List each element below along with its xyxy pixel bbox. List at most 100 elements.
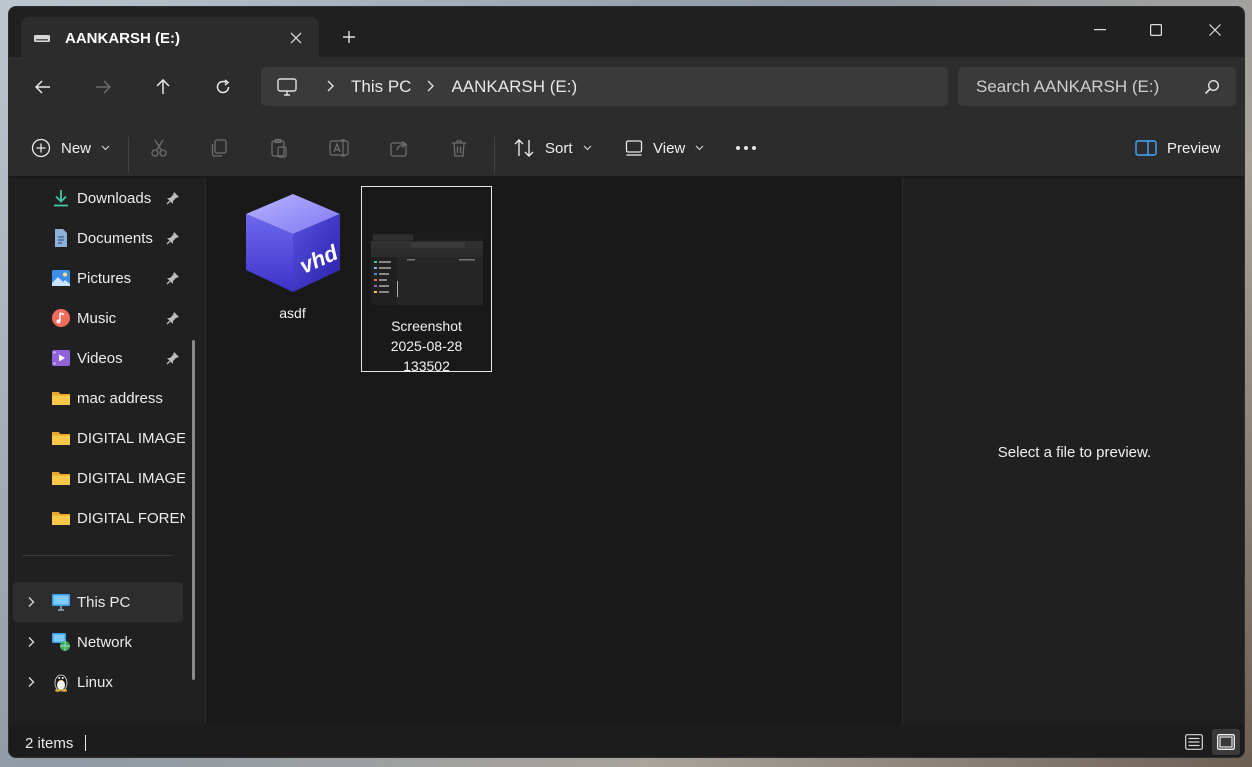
file-name-line-3: 133502 — [403, 358, 450, 374]
copy-icon — [211, 139, 227, 157]
trash-icon — [452, 140, 466, 157]
sidebar-item-digital-image-2[interactable]: DIGITAL IMAGE — [9, 458, 199, 498]
forward-button[interactable] — [87, 71, 119, 103]
file-explorer-window: AANKARSH (E:) This PC AANKARSH (E:) Sear… — [8, 6, 1245, 758]
sidebar-item-music[interactable]: Music — [9, 298, 199, 338]
large-icons-view-button[interactable] — [1212, 729, 1240, 755]
sidebar-item-documents[interactable]: Documents — [9, 218, 199, 258]
chevron-right-icon — [321, 79, 341, 95]
breadcrumb-aankarsh[interactable]: AANKARSH (E:) — [451, 77, 577, 97]
file-name: asdf — [279, 305, 306, 321]
status-bar: 2 items — [9, 724, 1244, 757]
view-button[interactable]: View — [625, 131, 704, 165]
chevron-down-icon — [101, 143, 110, 154]
details-view-button[interactable] — [1180, 729, 1208, 755]
sidebar-item-label: This PC — [77, 593, 131, 611]
sidebar-item-pictures[interactable]: Pictures — [9, 258, 199, 298]
pin-icon[interactable] — [166, 231, 180, 245]
pin-icon[interactable] — [166, 311, 180, 325]
navigation-bar: This PC AANKARSH (E:) — [9, 57, 1244, 117]
file-name-line-1: Screenshot — [391, 318, 462, 334]
sidebar-item-label: DIGITAL IMAGE — [77, 429, 185, 447]
maximize-button[interactable] — [1127, 11, 1185, 49]
drive-icon — [34, 35, 50, 42]
breadcrumb-this-pc[interactable]: This PC — [351, 77, 411, 97]
preview-label: Preview — [1167, 139, 1221, 157]
sidebar-item-network[interactable]: Network — [9, 622, 199, 662]
rename-button[interactable] — [329, 131, 351, 165]
new-label: New — [61, 139, 92, 157]
network-icon — [52, 633, 70, 651]
pin-icon[interactable] — [166, 351, 180, 365]
sidebar-item-label: Music — [77, 309, 117, 327]
videos-icon — [52, 350, 70, 366]
sidebar-item-label: DIGITAL FORENC — [77, 509, 185, 527]
view-label: View — [653, 139, 686, 157]
chevron-right-icon — [421, 79, 441, 95]
sidebar-item-mac-address[interactable]: mac address — [9, 378, 199, 418]
cut-button[interactable] — [149, 131, 169, 165]
search-box[interactable] — [958, 67, 1236, 106]
preview-pane-button[interactable]: Preview — [1135, 131, 1226, 165]
address-bar[interactable]: This PC AANKARSH (E:) — [261, 67, 948, 106]
sidebar-scrollbar[interactable] — [192, 340, 195, 680]
sidebar-divider — [22, 555, 173, 556]
pin-icon[interactable] — [166, 191, 180, 205]
chevron-down-icon — [695, 143, 704, 154]
chevron-right-icon[interactable] — [25, 636, 37, 648]
large-icons-view-icon — [1217, 734, 1235, 750]
command-bar: New Sort View Preview — [9, 117, 1244, 177]
search-input[interactable] — [976, 76, 1204, 97]
file-item-screenshot[interactable]: Screenshot 2025-08-28 133502 — [361, 186, 492, 374]
sidebar-item-label: Network — [77, 633, 133, 651]
search-icon[interactable] — [1204, 79, 1220, 95]
toolbar-divider — [494, 137, 495, 173]
sidebar-item-digital-image-1[interactable]: DIGITAL IMAGE — [9, 418, 199, 458]
file-list[interactable]: vhd asdf Screenshot 2025-08-28 133502 — [207, 178, 901, 724]
item-count: 2 items — [25, 735, 74, 752]
close-tab-icon[interactable] — [285, 27, 307, 49]
folder-icon — [52, 392, 70, 405]
chevron-right-icon[interactable] — [25, 596, 37, 608]
more-options-button[interactable] — [735, 131, 757, 165]
share-button[interactable] — [389, 131, 409, 165]
delete-button[interactable] — [449, 131, 469, 165]
sidebar-item-this-pc[interactable]: This PC — [13, 582, 183, 622]
sidebar-item-label: Pictures — [77, 269, 132, 287]
pictures-icon — [52, 270, 70, 286]
new-tab-button[interactable] — [337, 25, 361, 49]
folder-icon — [52, 432, 70, 445]
download-icon — [54, 190, 68, 207]
refresh-button[interactable] — [207, 71, 239, 103]
back-button[interactable] — [27, 71, 59, 103]
arrow-up-icon — [156, 79, 170, 94]
plus-circle-icon — [31, 138, 51, 158]
vhd-icon: vhd — [245, 194, 342, 292]
sidebar-item-label: Downloads — [77, 189, 152, 207]
sidebar-item-label: DIGITAL IMAGE — [77, 469, 185, 487]
sidebar-item-videos[interactable]: Videos — [9, 338, 199, 378]
paste-button[interactable] — [269, 131, 289, 165]
sort-button[interactable]: Sort — [513, 131, 592, 165]
arrow-left-icon — [35, 80, 50, 94]
chevron-right-icon[interactable] — [25, 676, 37, 688]
file-item-asdf[interactable]: vhd asdf — [227, 186, 358, 323]
title-bar: AANKARSH (E:) — [9, 7, 1244, 59]
this-pc-icon — [52, 594, 70, 611]
image-thumbnail — [370, 233, 483, 305]
up-button[interactable] — [147, 71, 179, 103]
file-name-line-2: 2025-08-28 — [390, 338, 463, 354]
new-button[interactable]: New — [31, 131, 110, 165]
sidebar-item-linux[interactable]: Linux — [9, 662, 199, 702]
close-window-button[interactable] — [1186, 11, 1244, 49]
minimize-button[interactable] — [1071, 11, 1129, 49]
more-icon — [736, 146, 756, 150]
copy-button[interactable] — [209, 131, 229, 165]
linux-icon — [54, 674, 68, 692]
sidebar-item-label: mac address — [77, 389, 163, 407]
sidebar-item-digital-forensics[interactable]: DIGITAL FORENC — [9, 498, 199, 538]
pin-icon[interactable] — [166, 271, 180, 285]
sidebar-item-downloads[interactable]: Downloads — [9, 178, 199, 218]
tab-aankarsh[interactable]: AANKARSH (E:) — [21, 17, 319, 59]
folder-icon — [52, 472, 70, 485]
